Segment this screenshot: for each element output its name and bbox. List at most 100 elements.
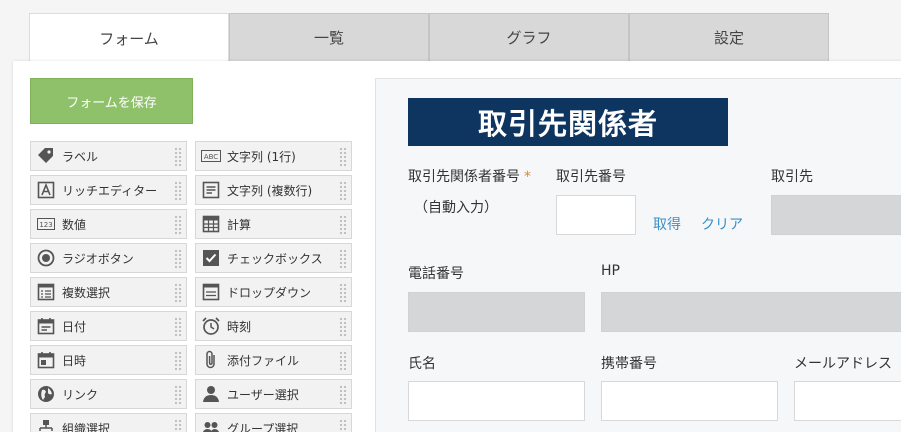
datetime-icon — [36, 350, 56, 370]
palette-label: 時刻 — [227, 319, 252, 334]
mobile-input[interactable] — [601, 381, 778, 421]
drag-handle-icon[interactable] — [339, 215, 347, 235]
drag-handle-icon[interactable] — [174, 147, 182, 167]
user-icon — [201, 384, 221, 404]
hp-field[interactable] — [601, 292, 901, 332]
drag-handle-icon[interactable] — [339, 283, 347, 303]
number-icon: 123 — [36, 214, 56, 234]
palette-item-label[interactable]: ラベル — [30, 141, 187, 171]
tab-list[interactable]: 一覧 — [229, 13, 429, 61]
palette-item-link[interactable]: リンク — [30, 379, 187, 409]
contact-number-label-text: 取引先関係者番号 — [408, 169, 520, 185]
email-input[interactable] — [794, 381, 901, 421]
palette-item-multi-line-text[interactable]: 文字列 (複数行) — [195, 175, 352, 205]
palette-item-user-select[interactable]: ユーザー選択 — [195, 379, 352, 409]
drag-handle-icon[interactable] — [174, 317, 182, 337]
tab-form[interactable]: フォーム — [29, 13, 229, 62]
palette-label: ラベル — [62, 149, 99, 164]
palette-label: チェックボックス — [227, 251, 323, 266]
email-label[interactable]: メールアドレス — [794, 353, 892, 373]
drag-handle-icon[interactable] — [174, 385, 182, 405]
name-input[interactable] — [408, 381, 585, 421]
palette-label: 日付 — [62, 319, 87, 334]
drag-handle-icon[interactable] — [174, 419, 182, 432]
palette-item-single-line-text[interactable]: ABC 文字列 (1行) — [195, 141, 352, 171]
calendar-icon — [36, 316, 56, 336]
palette-label: リッチエディター — [62, 183, 158, 198]
palette-item-attachment[interactable]: 添付ファイル — [195, 345, 352, 375]
palette-label: 日時 — [62, 353, 87, 368]
palette-item-rich-editor[interactable]: リッチエディター — [30, 175, 187, 205]
drag-handle-icon[interactable] — [339, 249, 347, 269]
phone-field[interactable] — [408, 292, 585, 332]
palette-label: 文字列 (複数行) — [227, 183, 313, 198]
drag-handle-icon[interactable] — [339, 419, 347, 432]
tab-graph[interactable]: グラフ — [429, 13, 629, 61]
palette-label: 複数選択 — [62, 285, 111, 300]
palette-label: 組織選択 — [62, 421, 111, 432]
palette-item-calculation[interactable]: 計算 — [195, 209, 352, 239]
drag-handle-icon[interactable] — [174, 249, 182, 269]
client-label[interactable]: 取引先 — [771, 166, 813, 186]
palette-item-organization[interactable]: 組織選択 — [30, 413, 187, 432]
paperclip-icon — [201, 350, 221, 370]
palette-label: リンク — [62, 387, 99, 402]
drag-handle-icon[interactable] — [339, 385, 347, 405]
name-label[interactable]: 氏名 — [408, 353, 436, 373]
palette-item-checkbox[interactable]: チェックボックス — [195, 243, 352, 273]
palette-item-datetime[interactable]: 日時 — [30, 345, 187, 375]
drag-handle-icon[interactable] — [174, 351, 182, 371]
palette-item-multi-select[interactable]: 複数選択 — [30, 277, 187, 307]
palette-label: ドロップダウン — [227, 285, 312, 300]
clear-link[interactable]: クリア — [701, 214, 743, 234]
hp-label[interactable]: HP — [601, 263, 620, 279]
palette-label: グループ選択 — [227, 421, 299, 432]
drag-handle-icon[interactable] — [174, 181, 182, 201]
palette-label: 文字列 (1行) — [227, 149, 296, 164]
dropdown-icon — [201, 282, 221, 302]
auto-input-text: （自動入力） — [414, 200, 498, 216]
svg-text:ABC: ABC — [204, 153, 218, 161]
drag-handle-icon[interactable] — [339, 351, 347, 371]
drag-handle-icon[interactable] — [339, 317, 347, 337]
drag-handle-icon[interactable] — [339, 181, 347, 201]
phone-label[interactable]: 電話番号 — [408, 263, 464, 283]
client-field[interactable] — [771, 195, 901, 235]
organization-icon — [36, 418, 56, 432]
radio-icon — [36, 248, 56, 268]
palette-label: 計算 — [227, 217, 252, 232]
palette-label: 添付ファイル — [227, 353, 300, 368]
abc-icon: ABC — [201, 146, 221, 166]
client-number-label[interactable]: 取引先番号 — [556, 166, 626, 186]
palette-label: ラジオボタン — [62, 251, 134, 266]
drag-handle-icon[interactable] — [339, 147, 347, 167]
svg-text:123: 123 — [39, 221, 52, 229]
drag-handle-icon[interactable] — [174, 283, 182, 303]
palette-item-time[interactable]: 時刻 — [195, 311, 352, 341]
multiline-text-icon — [201, 180, 221, 200]
palette-item-date[interactable]: 日付 — [30, 311, 187, 341]
tag-icon — [36, 146, 56, 166]
required-mark: * — [524, 169, 531, 185]
palette-item-radio[interactable]: ラジオボタン — [30, 243, 187, 273]
contact-number-label[interactable]: 取引先関係者番号 * — [408, 166, 531, 186]
group-icon — [201, 418, 221, 432]
form-title[interactable]: 取引先関係者 — [408, 98, 728, 146]
palette-item-dropdown[interactable]: ドロップダウン — [195, 277, 352, 307]
palette-item-number[interactable]: 123 数値 — [30, 209, 187, 239]
fetch-link[interactable]: 取得 — [653, 214, 681, 234]
tab-bar: フォーム 一覧 グラフ 設定 — [29, 13, 829, 62]
palette-label: 数値 — [62, 217, 87, 232]
drag-handle-icon[interactable] — [174, 215, 182, 235]
tab-settings[interactable]: 設定 — [629, 13, 829, 61]
multi-select-icon — [36, 282, 56, 302]
alarm-clock-icon — [201, 316, 221, 336]
palette-label: ユーザー選択 — [227, 387, 299, 402]
client-number-input[interactable] — [556, 195, 636, 235]
checkbox-icon — [201, 248, 221, 268]
globe-icon — [36, 384, 56, 404]
save-form-button[interactable]: フォームを保存 — [30, 78, 193, 124]
palette-item-group-select[interactable]: グループ選択 — [195, 413, 352, 432]
rich-editor-icon — [36, 180, 56, 200]
mobile-label[interactable]: 携帯番号 — [601, 353, 657, 373]
